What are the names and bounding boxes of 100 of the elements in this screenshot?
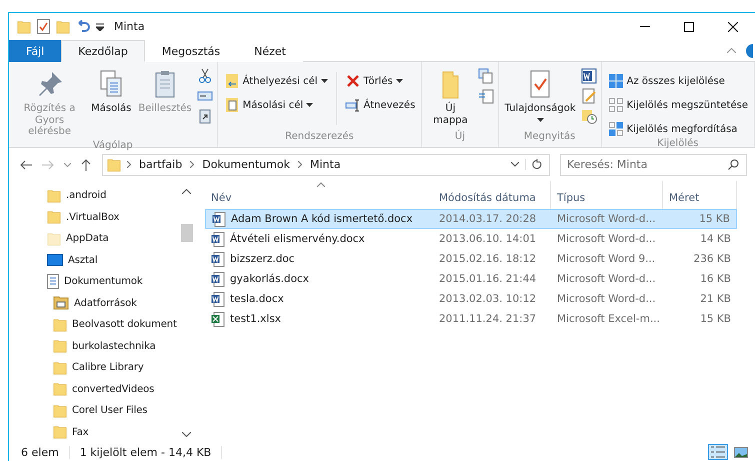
- ribbon-button[interactable]: Átnevezés: [342, 96, 418, 114]
- file-name-cell[interactable]: test1.xlsx: [205, 309, 433, 329]
- file-name-cell[interactable]: Adam Brown A kód ismertető.docx: [205, 209, 433, 229]
- column-header[interactable]: Név: [205, 181, 433, 209]
- nav-label: .android: [66, 190, 106, 202]
- list-view-icon: [711, 446, 725, 458]
- table-cell: 15 KB: [663, 209, 737, 229]
- group-label: Rendszerezés: [284, 131, 355, 144]
- breadcrumb[interactable]: Minta: [308, 158, 343, 171]
- ribbon-button[interactable]: Áthelyezési cél: [222, 72, 330, 90]
- nav-item[interactable]: Dokumentumok: [9, 271, 178, 292]
- table-cell-text: 2013.02.03. 10:12: [438, 292, 538, 307]
- scroll-down-icon: [182, 432, 191, 437]
- file-menu-tab[interactable]: Fájl: [9, 40, 62, 62]
- history-icon: [580, 108, 597, 124]
- nav-label: Beolvasott dokument: [72, 319, 177, 330]
- folder-icon: [53, 425, 67, 440]
- ribbon-tab[interactable]: Kezdőlap: [61, 40, 145, 62]
- folder-icon: [47, 232, 61, 246]
- nav-item[interactable]: Beolvasott dokument: [9, 314, 178, 336]
- chevron-down-icon: [64, 162, 71, 166]
- nav-item[interactable]: convertedVideos: [9, 378, 178, 400]
- nav-item[interactable]: burkolastechnika: [9, 336, 178, 357]
- table-cell-text: Microsoft Excel-m...: [556, 312, 661, 327]
- select-none-icon: [608, 97, 624, 113]
- folder-icon: [56, 20, 70, 34]
- search-icon: [728, 159, 739, 170]
- caret-icon: [306, 103, 314, 107]
- ribbon-button[interactable]: Új mappa: [426, 66, 475, 128]
- ribbon-button[interactable]: Kijelölés megszüntetése: [606, 96, 750, 114]
- nav-item[interactable]: Adatforrások: [9, 292, 178, 314]
- close-icon: [728, 22, 738, 32]
- breadcrumb[interactable]: Dokumentumok: [200, 158, 292, 171]
- nav-label: convertedVideos: [72, 384, 154, 395]
- document-icon: [47, 274, 59, 290]
- copy-to-icon: [224, 97, 240, 113]
- nav-label: burkolastechnika: [72, 340, 156, 352]
- file-name-cell[interactable]: tesla.docx: [205, 289, 433, 309]
- file-name-cell[interactable]: gyakorlás.docx: [205, 269, 433, 289]
- edit-icon: [580, 88, 597, 104]
- invert-selection-icon: [608, 121, 624, 137]
- toolbar-button[interactable]: [580, 68, 597, 84]
- caret-icon: [96, 22, 104, 30]
- nav-item[interactable]: .android: [9, 185, 178, 206]
- ribbon-button[interactable]: Az összes kijelölése: [606, 72, 750, 90]
- folder-icon: [53, 382, 67, 396]
- nav-item[interactable]: Asztal: [9, 250, 178, 271]
- search-field[interactable]: Keresés: Minta: [560, 154, 747, 176]
- table-cell-text: 236 KB: [692, 252, 732, 267]
- folder-icon: [47, 210, 61, 224]
- file-name-cell[interactable]: bizszerz.doc: [205, 249, 433, 269]
- large-icons-view-button[interactable]: [731, 444, 751, 460]
- breadcrumb[interactable]: bartfaib: [137, 158, 184, 171]
- nav-item[interactable]: Corel User Files: [9, 400, 178, 422]
- group-label: Új: [454, 131, 466, 144]
- undo-icon: [76, 20, 90, 34]
- nav-item[interactable]: Fax: [9, 422, 178, 443]
- ribbon-button[interactable]: Másolási cél: [222, 96, 330, 114]
- ribbon-button[interactable]: Másolás: [89, 66, 134, 116]
- minimize-icon: [640, 26, 650, 27]
- file-name-cell[interactable]: Átvételi elismervény.docx: [205, 229, 433, 249]
- scroll-up-icon: [182, 189, 191, 194]
- chevron-right-icon: [298, 161, 302, 168]
- folder-icon: [53, 296, 69, 310]
- address-bar[interactable]: bartfaib Dokumentumok Minta: [102, 154, 550, 176]
- group-label: Kijelölés: [656, 138, 700, 149]
- nav-item[interactable]: .VirtualBox: [9, 206, 178, 228]
- ribbon-button[interactable]: Törlés: [342, 72, 418, 90]
- table-cell-text: Microsoft Word-d...: [556, 272, 657, 287]
- toolbar-button[interactable]: [196, 68, 213, 84]
- group-label: Megnyitás: [522, 131, 576, 144]
- recent-locations-button[interactable]: [61, 162, 74, 166]
- nav-label: Asztal: [68, 254, 98, 266]
- caret-icon: [536, 118, 544, 122]
- caret-icon: [320, 79, 328, 83]
- document-icon: [211, 272, 225, 286]
- table-cell: 2014.03.17. 20:28: [433, 209, 551, 229]
- nav-label: Dokumentumok: [64, 276, 143, 288]
- select-all-icon: [608, 73, 624, 89]
- nav-label: Fax: [72, 426, 89, 438]
- ribbon-button[interactable]: Tulajdonságok: [502, 66, 578, 124]
- delete-icon: [344, 73, 361, 89]
- scrollbar-thumb[interactable]: [180, 224, 192, 242]
- document-icon: [211, 252, 225, 266]
- ribbon-button[interactable]: Kijelölés megfordítása: [606, 120, 750, 138]
- toolbar-button[interactable]: [196, 108, 213, 124]
- table-cell-text: Microsoft Word-d...: [556, 292, 657, 307]
- properties-icon: [37, 19, 50, 34]
- image-view-icon: [734, 446, 748, 458]
- details-view-button[interactable]: [708, 444, 728, 460]
- nav-item[interactable]: Calibre Library: [9, 357, 178, 378]
- group-label: Vágólap: [92, 140, 134, 150]
- folder-icon: [107, 158, 121, 172]
- collapse-ribbon-button[interactable]: [727, 48, 736, 53]
- rename-icon: [344, 97, 361, 113]
- nav-item[interactable]: AppData: [9, 228, 178, 250]
- table-cell-text: Microsoft Word 9...: [556, 252, 656, 267]
- toolbar-button[interactable]: [96, 22, 104, 30]
- folder-icon: [17, 20, 31, 34]
- table-cell-text: 21 KB: [699, 292, 732, 307]
